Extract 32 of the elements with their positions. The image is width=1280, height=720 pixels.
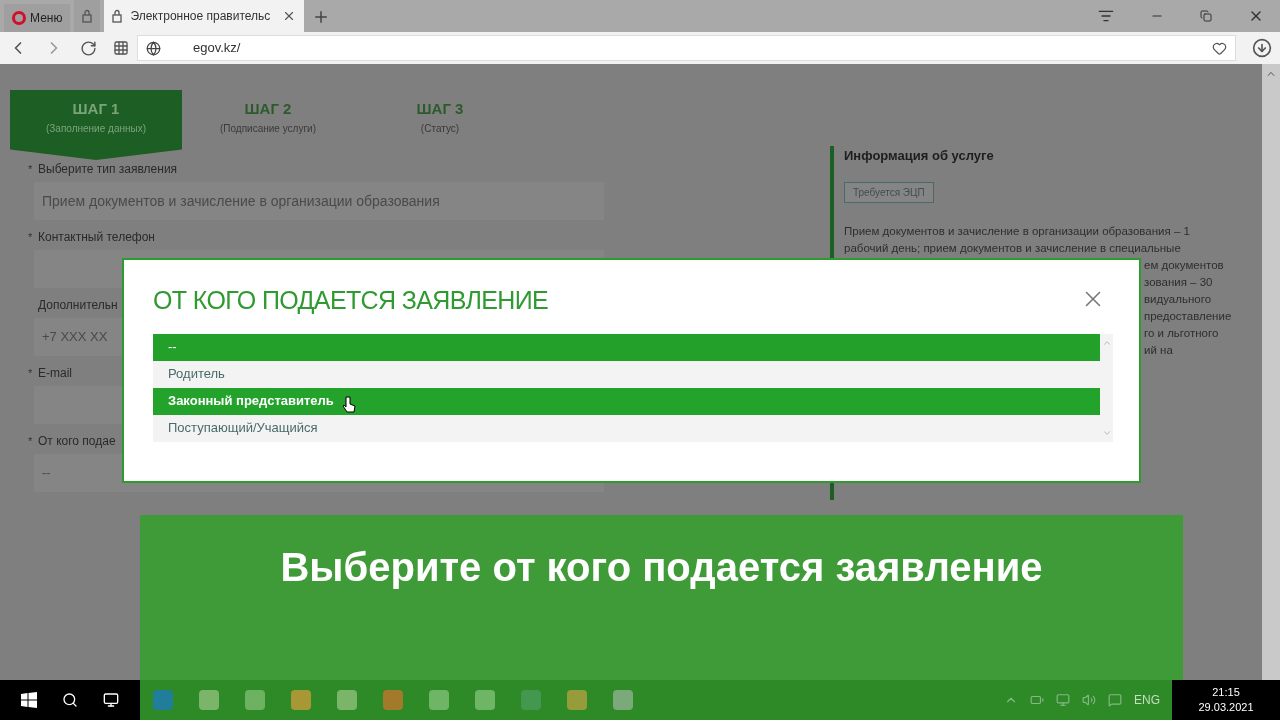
info-text-fragment: ий на (1144, 342, 1174, 358)
menu-button[interactable]: Меню (4, 4, 71, 32)
field-label: От кого подае (38, 433, 116, 450)
browser-tab[interactable]: Электронное правительс (104, 0, 305, 32)
info-text-fragment: зования – 30 (1144, 274, 1214, 290)
options-list[interactable]: -- Родитель Законный представитель Поступающий/Учащийся (153, 333, 1113, 442)
step-tab[interactable]: ШАГ 2 (Подписание услуги) (182, 90, 354, 158)
required-mark: * (28, 433, 34, 449)
signature-badge: Требуется ЭЦП (844, 181, 934, 203)
field-label: E-mail (38, 365, 72, 382)
info-text-fragment: ем документов (1144, 257, 1225, 273)
clock[interactable]: 21:15 29.03.2021 (1172, 680, 1280, 720)
address-field[interactable]: egov.kz/ (137, 35, 1236, 61)
list-option[interactable]: Законный представитель (153, 387, 1100, 415)
list-option[interactable]: Родитель (153, 360, 1100, 388)
language-indicator[interactable]: ENG (1134, 691, 1160, 709)
list-option[interactable]: Поступающий/Учащийся (153, 414, 1100, 442)
info-text-fragment: предоставление (1144, 308, 1233, 324)
required-mark: * (28, 229, 34, 245)
info-title: Информация об услуге (844, 147, 995, 165)
info-text-fragment: го и льготного (1144, 325, 1220, 341)
step-tab[interactable]: ШАГ 1 (Заполнение данных) (10, 90, 182, 160)
field-label: Дополнительн (38, 297, 118, 314)
info-text-fragment: видуального (1144, 291, 1213, 307)
required-mark: * (28, 161, 34, 177)
field-label: Контактный телефон (38, 229, 155, 246)
list-option[interactable]: -- (153, 333, 1100, 361)
step-tab[interactable]: ШАГ 3 (Статус) (354, 90, 526, 158)
field-label: Выберите тип заявления (38, 161, 178, 178)
caption-banner: Выберите от кого подается заявление (140, 515, 1183, 680)
modal-dialog: ОТ КОГО ПОДАЕТСЯ ЗАЯВЛЕНИЕ -- Родитель Законный представитель Поступающий/Учащийся (122, 258, 1141, 483)
required-mark: * (28, 365, 34, 381)
